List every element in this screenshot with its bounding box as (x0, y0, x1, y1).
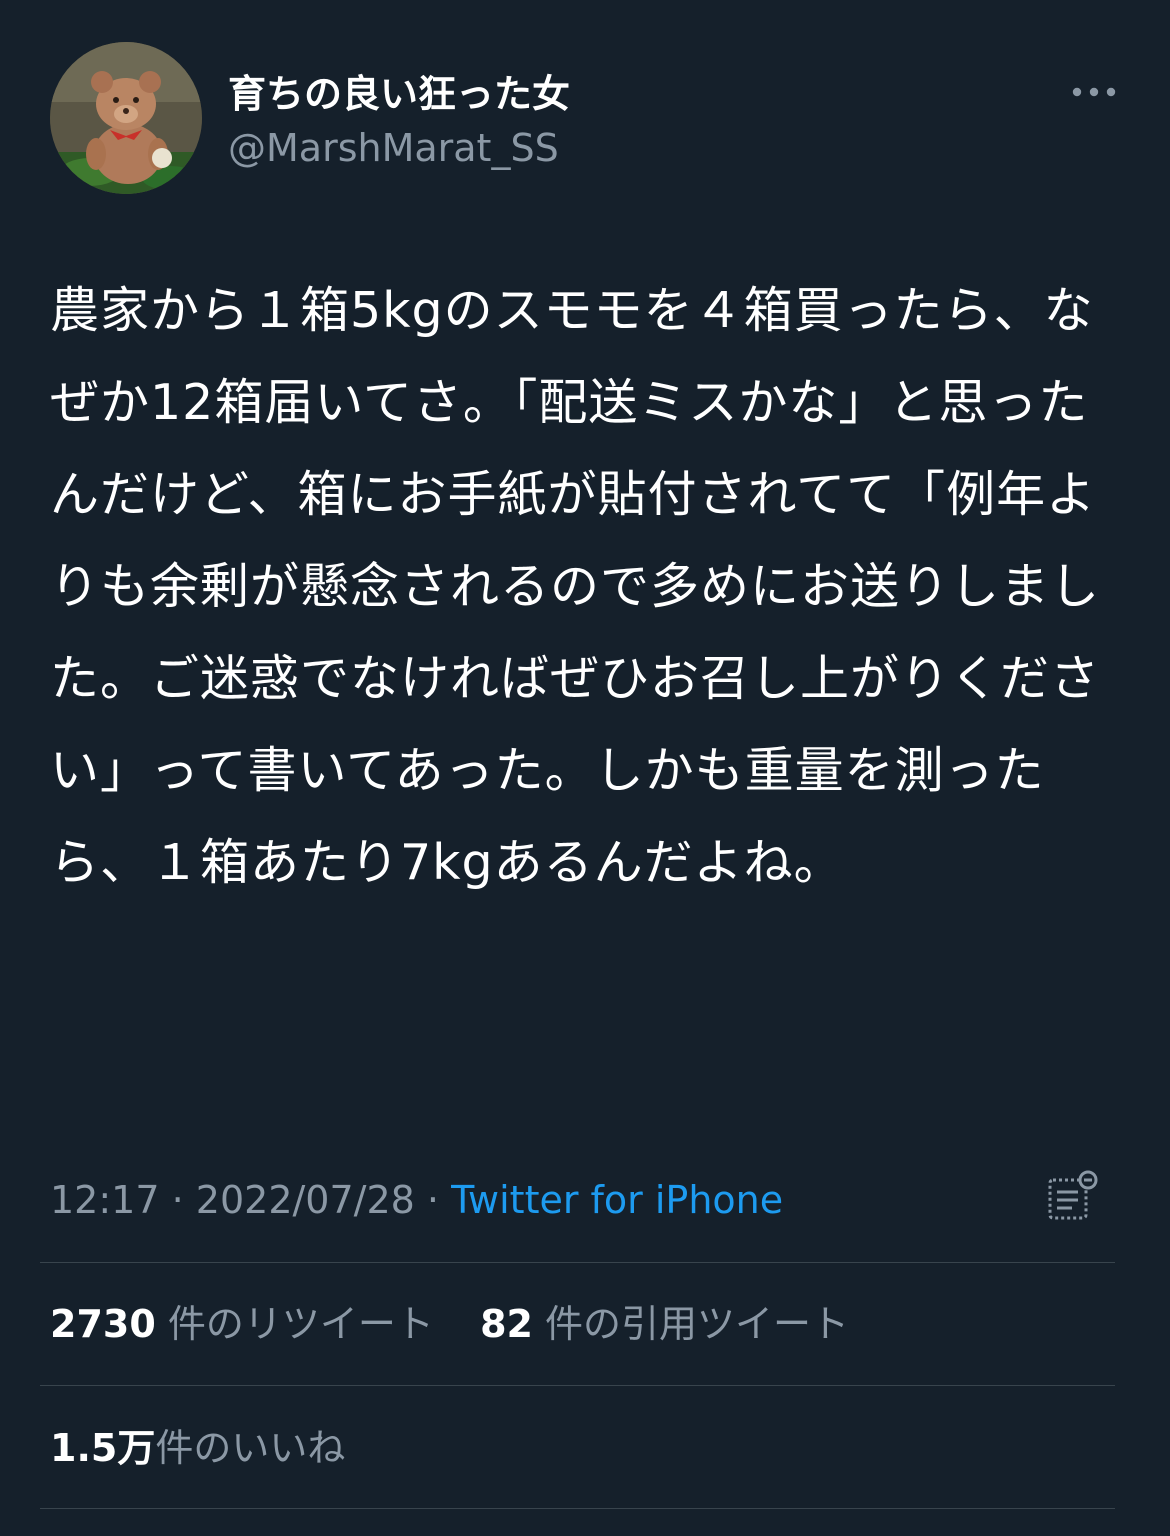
retweets-stat[interactable]: 2730 件のリツイート (50, 1294, 434, 1354)
retweets-count: 2730 (50, 1302, 156, 1346)
likes-label: 件のいいね (155, 1426, 346, 1470)
more-horizontal-icon[interactable] (1064, 74, 1124, 110)
quotes-count: 82 (480, 1302, 533, 1346)
teddy-bear-avatar-image (50, 42, 202, 194)
divider (40, 1508, 1115, 1509)
tweet-header: 育ちの良い狂った女 @MarshMarat_SS (0, 0, 1170, 220)
likes-stat[interactable]: 1.5万件のいいね (50, 1418, 345, 1478)
tweet-date: 2022/07/28 (195, 1178, 415, 1222)
meta-separator: · (426, 1178, 440, 1222)
tweet-analytics-icon[interactable] (1042, 1168, 1104, 1230)
quotes-stat[interactable]: 82 件の引用ツイート (480, 1294, 849, 1354)
retweet-quote-stats: 2730 件のリツイート 82 件の引用ツイート (50, 1294, 849, 1354)
avatar[interactable] (50, 42, 202, 194)
retweets-label: 件のリツイート (167, 1302, 434, 1346)
quotes-label: 件の引用ツイート (545, 1302, 850, 1346)
likes-stats: 1.5万件のいいね (50, 1418, 345, 1478)
author-display-name[interactable]: 育ちの良い狂った女 (228, 70, 570, 118)
author-handle[interactable]: @MarshMarat_SS (228, 124, 559, 172)
divider (40, 1385, 1115, 1386)
divider (40, 1262, 1115, 1263)
meta-separator: · (171, 1178, 184, 1222)
tweet-meta: 12:17 · 2022/07/28 · Twitter for iPhone (50, 1172, 783, 1228)
tweet-source-link[interactable]: Twitter for iPhone (451, 1178, 783, 1222)
likes-count: 1.5万 (50, 1426, 156, 1470)
tweet-text: 農家から１箱5kgのスモモを４箱買ったら、なぜか12箱届いてさ。「配送ミスかな」… (50, 282, 1101, 891)
tweet-time: 12:17 (50, 1178, 160, 1222)
